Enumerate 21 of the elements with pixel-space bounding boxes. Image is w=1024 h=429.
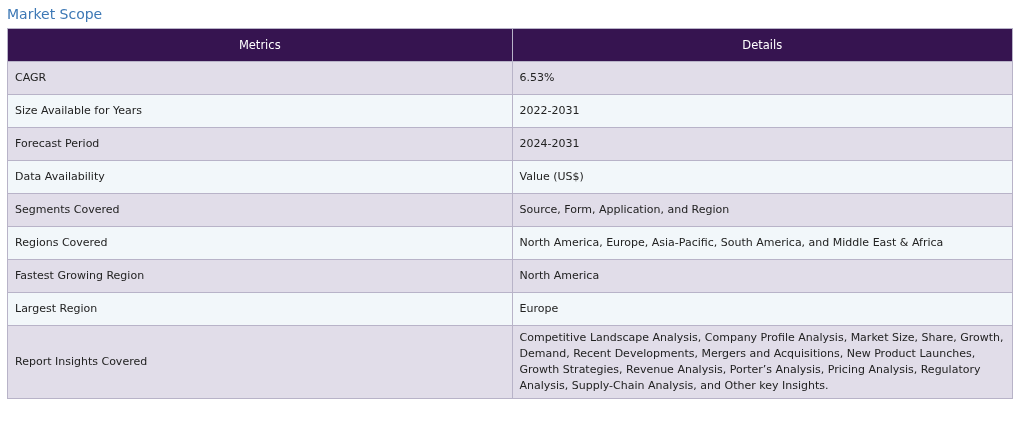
table-cell: Fastest Growing Region [7, 259, 512, 293]
column-header: Metrics [7, 28, 512, 62]
table-cell: 2022-2031 [512, 94, 1013, 128]
section-title: Market Scope [7, 6, 104, 22]
table-cell: Segments Covered [7, 193, 512, 227]
table-cell: Largest Region [7, 292, 512, 326]
table-cell: 6.53% [512, 61, 1013, 95]
table-cell: North America [512, 259, 1013, 293]
table-cell: Europe [512, 292, 1013, 326]
table-cell: Value (US$) [512, 160, 1013, 194]
table-cell: 2024-2031 [512, 127, 1013, 161]
table-cell: North America, Europe, Asia-Pacific, South America, and Middle East & Africa [512, 226, 1013, 260]
table-cell: Data Availability [7, 160, 512, 194]
table-cell: CAGR [7, 61, 512, 95]
table-cell: Source, Form, Application, and Region [512, 193, 1013, 227]
table-cell: Size Available for Years [7, 94, 512, 128]
table-cell: Competitive Landscape Analysis, Company Profile Analysis, Market Size, Share, Growth, Demand, Recent Developments, Mergers and Acquisitions, New Product Launches, Growth Strategies, Revenue Analysis, Porter’s Analysis, Pricing Analysis, Regulatory Analysis, Supply-Chain Analysis, and Other key Insights. [512, 325, 1013, 399]
column-header: Details [512, 28, 1013, 62]
table-cell: Report Insights Covered [7, 325, 512, 399]
table-cell: Regions Covered [7, 226, 512, 260]
table-cell: Forecast Period [7, 127, 512, 161]
